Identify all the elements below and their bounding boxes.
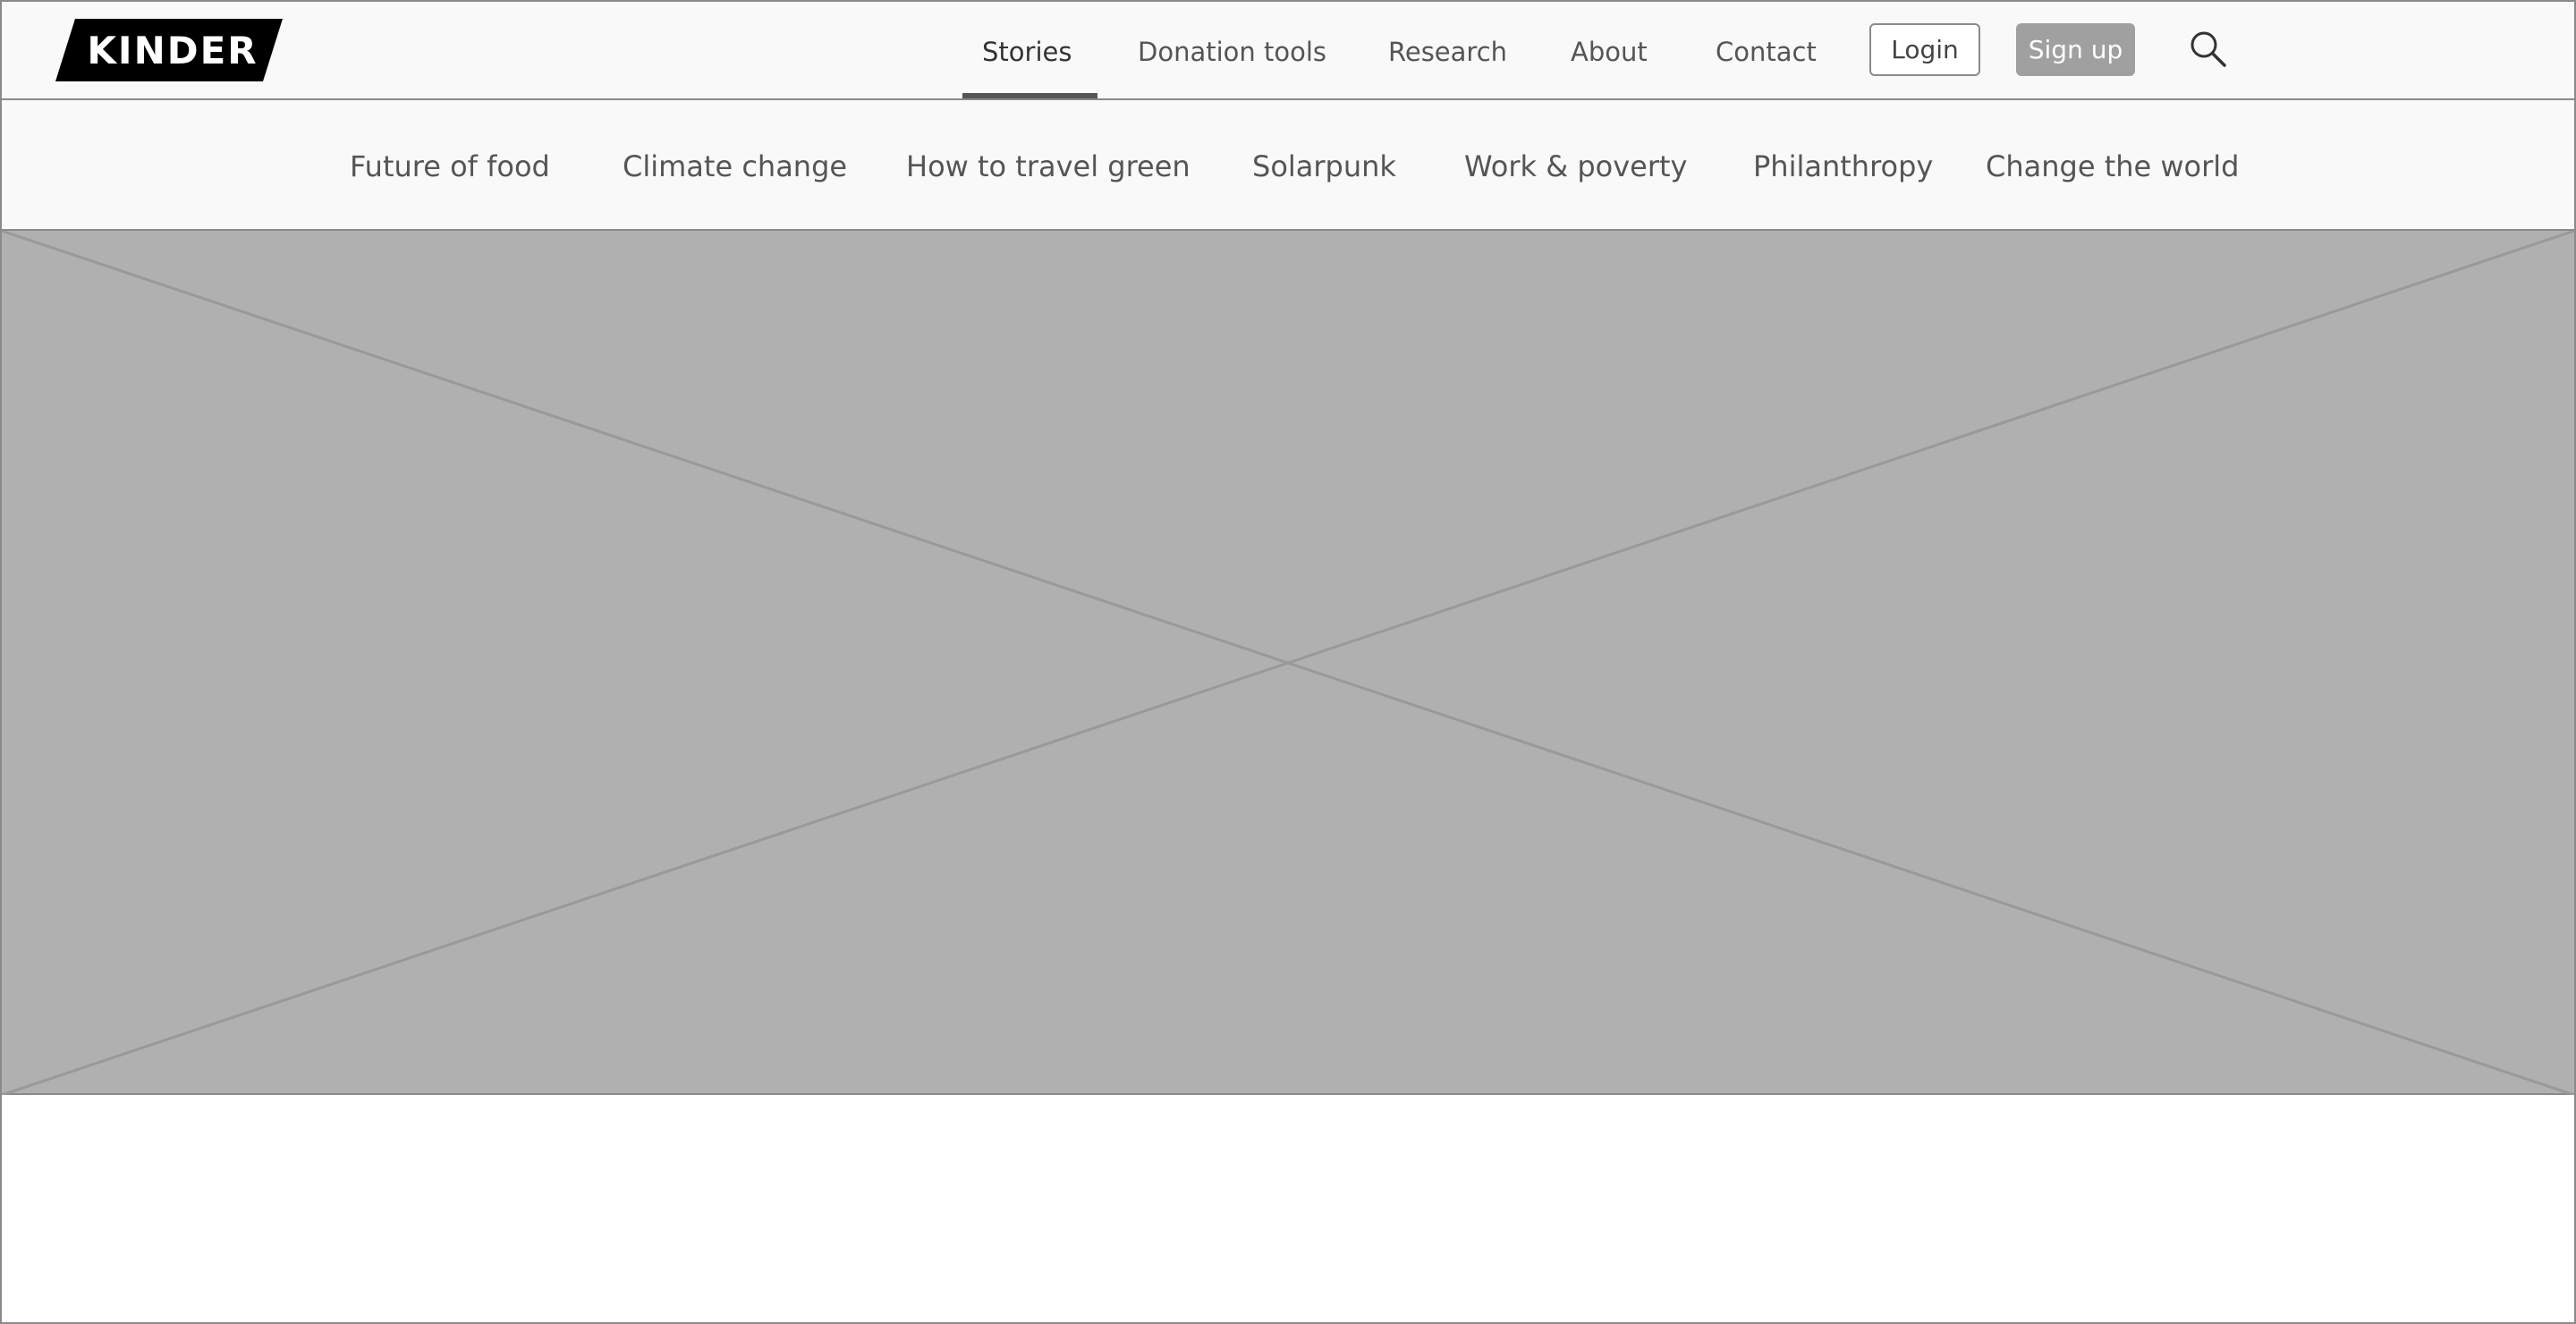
category-future-of-food[interactable]: Future of food bbox=[350, 147, 550, 186]
category-solarpunk[interactable]: Solarpunk bbox=[1252, 147, 1396, 186]
nav-item-about[interactable]: About bbox=[1571, 34, 1648, 70]
category-how-to-travel-green[interactable]: How to travel green bbox=[906, 147, 1191, 186]
kinder-logo[interactable]: KINDER bbox=[55, 19, 283, 81]
login-button[interactable]: Login bbox=[1869, 23, 1980, 76]
logo-text: KINDER bbox=[87, 28, 258, 72]
category-work-and-poverty[interactable]: Work & poverty bbox=[1464, 147, 1687, 186]
active-nav-underline bbox=[962, 93, 1097, 98]
nav-item-research[interactable]: Research bbox=[1388, 34, 1507, 70]
page: KINDER Stories Donation tools Research A… bbox=[0, 0, 2576, 1324]
nav-item-contact[interactable]: Contact bbox=[1716, 34, 1817, 70]
category-philanthropy[interactable]: Philanthropy bbox=[1753, 147, 1933, 186]
search-icon[interactable] bbox=[2188, 29, 2229, 70]
category-change-the-world[interactable]: Change the world bbox=[1986, 147, 2239, 186]
content-area bbox=[2, 1095, 2574, 1322]
signup-button[interactable]: Sign up bbox=[2016, 23, 2135, 76]
hero-image-placeholder bbox=[2, 231, 2574, 1095]
nav-item-donation-tools[interactable]: Donation tools bbox=[1138, 34, 1326, 70]
placeholder-cross bbox=[2, 231, 2574, 1095]
category-nav: Future of food Climate change How to tra… bbox=[2, 100, 2574, 231]
top-header: KINDER Stories Donation tools Research A… bbox=[2, 2, 2574, 100]
nav-item-stories[interactable]: Stories bbox=[982, 34, 1072, 70]
category-climate-change[interactable]: Climate change bbox=[623, 147, 847, 186]
